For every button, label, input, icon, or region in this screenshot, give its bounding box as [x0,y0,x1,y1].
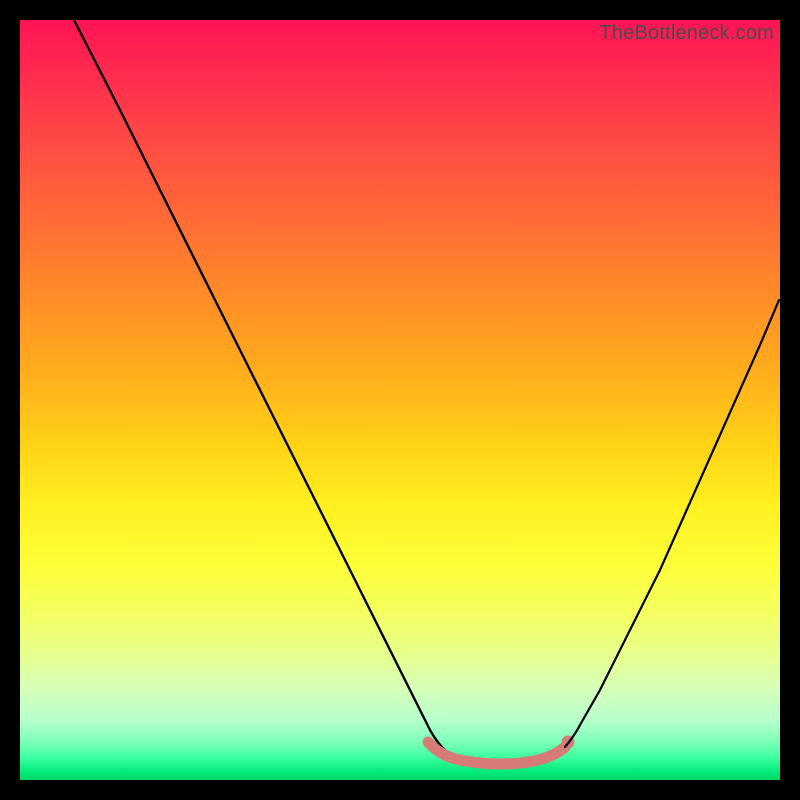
chart-frame: TheBottleneck.com [20,20,780,780]
right-curve-path [565,300,779,747]
left-curve-path [74,20,525,766]
bottleneck-curve [20,20,780,780]
lip-path [428,742,565,764]
